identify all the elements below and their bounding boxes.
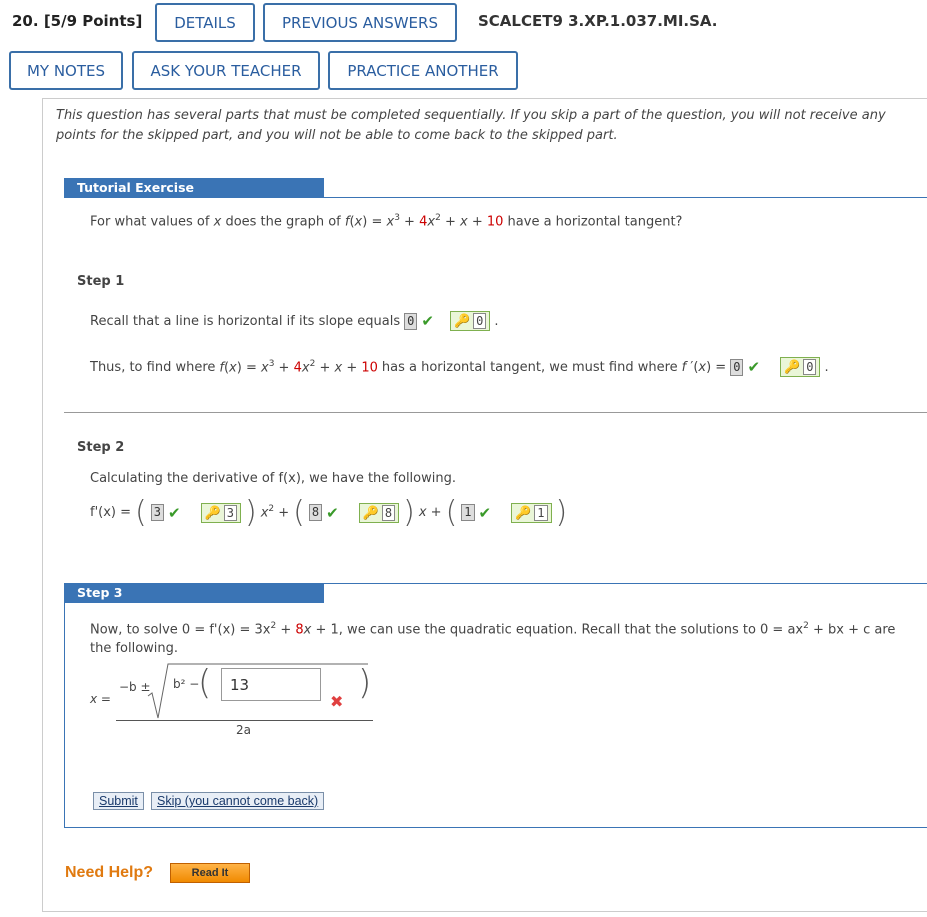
step1-answer1: 0	[404, 312, 418, 330]
step1-line2: Thus, to find where f(x) = x3 + 4x2 + x …	[90, 357, 829, 377]
step3-text4: the following.	[90, 641, 179, 657]
question-suffix: have a horizontal tangent?	[507, 214, 683, 230]
key-value: 0	[473, 313, 487, 329]
fraction-bar	[116, 720, 373, 721]
key-value: 1	[534, 504, 548, 521]
read-it-button[interactable]: Read It	[170, 863, 250, 883]
answer-key-button[interactable]: 🔑 0	[449, 311, 491, 331]
key-value: 8	[381, 504, 396, 521]
step-divider	[64, 412, 927, 413]
step2-label: Step 2	[77, 440, 125, 455]
question-function: f	[344, 214, 350, 230]
key-value: 3	[223, 504, 237, 521]
step1-line2-middle: has a horizontal tangent, we must find w…	[381, 359, 678, 375]
my-notes-button[interactable]: MY NOTES	[9, 51, 123, 90]
incorrect-icon: ✖	[330, 692, 344, 711]
question-middle: does the graph of	[225, 214, 341, 230]
intro-text: This question has several parts that mus…	[56, 108, 886, 143]
denominator: 2a	[236, 723, 251, 737]
key-icon: 🔑	[362, 505, 379, 521]
step1-label: Step 1	[77, 274, 125, 289]
deriv-answer-2: 8	[308, 504, 323, 521]
practice-another-button[interactable]: PRACTICE ANOTHER	[328, 51, 518, 90]
previous-answers-button[interactable]: PREVIOUS ANSWERS	[263, 3, 457, 42]
open-paren: (	[198, 663, 212, 703]
question-number: 20.	[12, 12, 39, 30]
check-icon: ✔	[421, 312, 434, 330]
key-icon: 🔑	[515, 505, 532, 521]
step2-text: Calculating the derivative of f(x), we h…	[90, 471, 456, 486]
answer-key-button[interactable]: 🔑 8	[358, 502, 400, 523]
derivative-row: f'(x) = ( 3 ✔ 🔑 3 ) x2 + ( 8 ✔ 🔑 8 ) x + ( 1…	[90, 495, 568, 530]
question-prefix: For what values of	[90, 214, 210, 230]
need-help-label: Need Help?	[65, 864, 154, 881]
key-icon: 🔑	[453, 314, 471, 329]
tutorial-title: Tutorial Exercise	[64, 178, 324, 198]
discriminant-input[interactable]	[221, 668, 321, 701]
bottom-divider	[42, 911, 927, 912]
step3-text1: Now, to solve 0 = f'(x) = 3x	[90, 622, 271, 638]
step3-label: Step 3	[64, 583, 324, 603]
submit-button[interactable]: Submit	[93, 792, 144, 810]
key-icon: 🔑	[204, 505, 221, 521]
step3-text2: , we can use the quadratic equation. Rec…	[338, 622, 804, 638]
problem-code: SCALCET9 3.XP.1.037.MI.SA.	[478, 12, 718, 30]
details-button[interactable]: DETAILS	[155, 3, 255, 42]
deriv-answer-1: 3	[150, 504, 164, 521]
question-var: x	[213, 214, 222, 230]
check-icon: ✔	[747, 358, 761, 376]
close-paren: )	[358, 663, 372, 703]
check-icon: ✔	[167, 503, 181, 522]
step1-line2-prefix: Thus, to find where	[90, 359, 216, 375]
answer-key-button[interactable]: 🔑 1	[511, 502, 552, 523]
step3-text: Now, to solve 0 = f'(x) = 3x2 + 8x + 1, …	[90, 621, 896, 657]
skip-button[interactable]: Skip (you cannot come back)	[151, 792, 325, 810]
sqrt-prefix: b² −	[173, 677, 200, 691]
step1-answer2: 0	[730, 358, 744, 376]
check-icon: ✔	[326, 503, 339, 522]
ask-your-teacher-button[interactable]: ASK YOUR TEACHER	[132, 51, 320, 90]
key-value: 0	[803, 359, 817, 375]
step3-text3: + bx + c are	[813, 622, 896, 638]
header-divider	[42, 98, 927, 99]
tutorial-question: For what values of x does the graph of f…	[90, 213, 683, 230]
question-header: 20. [5/9 Points]	[12, 12, 142, 30]
x-equals: x =	[90, 692, 111, 706]
check-icon: ✔	[478, 503, 492, 522]
tutorial-rule	[324, 197, 927, 198]
question-points: [5/9 Points]	[43, 12, 143, 30]
derivative-label: f'(x) =	[90, 505, 132, 520]
key-icon: 🔑	[784, 360, 801, 375]
step1-line1: Recall that a line is horizontal if its …	[90, 311, 499, 331]
answer-key-button[interactable]: 🔑 3	[200, 502, 241, 523]
step1-line1-text: Recall that a line is horizontal if its …	[90, 313, 401, 329]
deriv-answer-3: 1	[461, 504, 475, 521]
answer-key-button[interactable]: 🔑 0	[780, 357, 821, 377]
left-border	[42, 98, 43, 912]
